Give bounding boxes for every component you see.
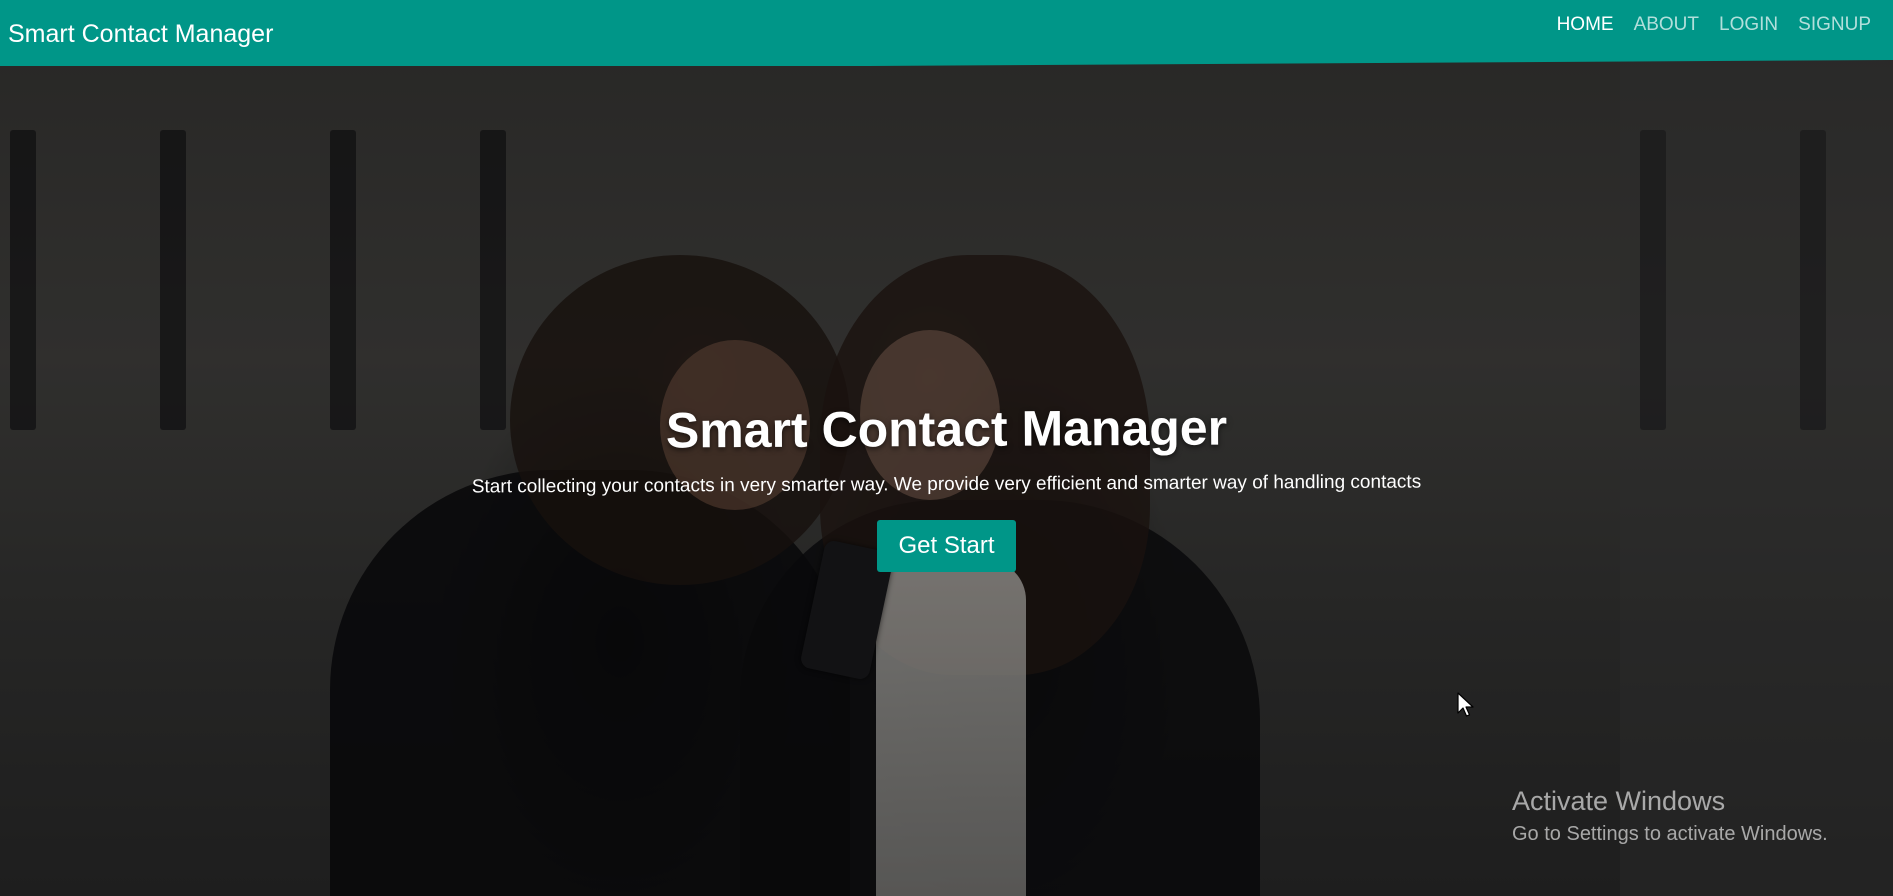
brand-title[interactable]: Smart Contact Manager: [8, 20, 273, 49]
hero-section: Smart Contact Manager Start collecting y…: [0, 400, 1893, 572]
watermark-title: Activate Windows: [1512, 786, 1726, 816]
nav-link-login[interactable]: LOGIN: [1719, 14, 1778, 36]
hero-title: Smart Contact Manager: [665, 399, 1228, 459]
nav-link-home[interactable]: HOME: [1557, 14, 1614, 36]
nav-link-signup[interactable]: SIGNUP: [1798, 14, 1871, 36]
watermark-subtitle: Go to Settings to activate Windows.: [1512, 823, 1828, 845]
nav-links: HOME ABOUT LOGIN SIGNUP: [1557, 14, 1871, 36]
get-start-button[interactable]: Get Start: [877, 520, 1016, 572]
windows-activation-watermark: Activate Windows Go to Settings to activ…: [1512, 786, 1828, 846]
hero-subtitle: Start collecting your contacts in very s…: [471, 471, 1422, 498]
top-navbar: Smart Contact Manager HOME ABOUT LOGIN S…: [0, 0, 1893, 66]
mouse-pointer-icon: [1457, 692, 1475, 723]
nav-link-about[interactable]: ABOUT: [1634, 14, 1699, 36]
